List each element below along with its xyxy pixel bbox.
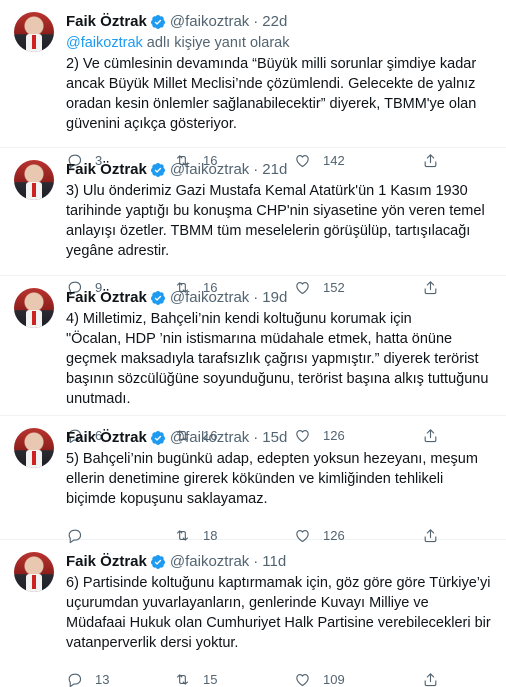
- author-name[interactable]: Faik Öztrak: [66, 12, 147, 32]
- tweet-header: Faik Öztrak @faikoztrak · 21d: [66, 160, 492, 180]
- retweet-button[interactable]: 15: [174, 671, 294, 687]
- avatar[interactable]: [14, 428, 54, 468]
- reply-icon: [68, 673, 82, 687]
- tweet-text: 2) Ve cümlesinin devamında “Büyük milli …: [66, 56, 481, 132]
- tweet[interactable]: Faik Öztrak @faikoztrak · 15d 5) Bahçeli…: [0, 416, 506, 543]
- separator-dot: ·: [253, 553, 259, 570]
- author-name[interactable]: Faik Öztrak: [66, 160, 147, 180]
- avatar[interactable]: [14, 552, 54, 592]
- verified-badge-icon: [150, 15, 165, 29]
- tweet-timestamp[interactable]: 21d: [262, 160, 287, 180]
- tweet-text: 4) Milletimiz, Bahçeli’nin kendi koltuğu…: [66, 311, 489, 407]
- tweet-header: Faik Öztrak @faikoztrak · 22d: [66, 12, 492, 32]
- tweet-text: 6) Partisinde koltuğunu kaptırmamak için…: [66, 575, 495, 651]
- author-name[interactable]: Faik Öztrak: [66, 288, 147, 308]
- share-button[interactable]: [422, 671, 462, 687]
- reply-context: @faikoztrak adlı kişiye yanıt olarak: [66, 33, 492, 53]
- reply-mention-link[interactable]: @faikoztrak: [66, 35, 143, 51]
- tweet[interactable]: Faik Öztrak @faikoztrak · 22d @faikoztra…: [0, 0, 506, 168]
- verified-badge-icon: [150, 163, 165, 177]
- reply-button[interactable]: 13: [66, 671, 174, 687]
- verified-badge-icon: [150, 291, 165, 305]
- tweet[interactable]: Faik Öztrak @faikoztrak · 11d 6) Partisi…: [0, 540, 506, 687]
- verified-badge-icon: [150, 431, 165, 445]
- verified-badge-icon: [150, 555, 165, 569]
- avatar[interactable]: [14, 160, 54, 200]
- like-icon: [296, 673, 309, 686]
- tweet-header: Faik Öztrak @faikoztrak · 15d: [66, 428, 492, 448]
- author-handle[interactable]: @faikoztrak: [170, 160, 249, 180]
- author-handle[interactable]: @faikoztrak: [170, 428, 249, 448]
- retweet-icon: [176, 673, 189, 685]
- tweet-timestamp[interactable]: 11d: [262, 552, 286, 572]
- separator-dot: ·: [253, 289, 259, 306]
- tweet-timestamp[interactable]: 22d: [262, 12, 287, 32]
- avatar[interactable]: [14, 288, 54, 328]
- like-count: 109: [323, 671, 345, 687]
- share-icon: [424, 672, 437, 686]
- tweet-header: Faik Öztrak @faikoztrak · 19d: [66, 288, 492, 308]
- separator-dot: ·: [253, 429, 259, 446]
- tweet-timestamp[interactable]: 19d: [262, 288, 287, 308]
- author-handle[interactable]: @faikoztrak: [170, 288, 249, 308]
- separator-dot: ·: [253, 161, 259, 178]
- author-handle[interactable]: @faikoztrak: [170, 552, 249, 572]
- tweet-text: 3) Ulu önderimiz Gazi Mustafa Kemal Atat…: [66, 183, 489, 259]
- tweet[interactable]: Faik Öztrak @faikoztrak · 21d 3) Ulu önd…: [0, 148, 506, 295]
- retweet-count: 15: [203, 671, 218, 687]
- tweet-header: Faik Öztrak @faikoztrak · 11d: [66, 552, 492, 572]
- separator-dot: ·: [253, 13, 259, 30]
- tweet-timestamp[interactable]: 15d: [262, 428, 287, 448]
- reply-context-text: adlı kişiye yanıt olarak: [142, 35, 290, 51]
- tweet-feed: Faik Öztrak @faikoztrak · 22d @faikoztra…: [0, 0, 506, 687]
- avatar[interactable]: [14, 12, 54, 52]
- like-button[interactable]: 109: [294, 671, 422, 687]
- author-name[interactable]: Faik Öztrak: [66, 552, 147, 572]
- tweet-text: 5) Bahçeli’nin bugünkü adap, edepten yok…: [66, 451, 482, 507]
- tweet[interactable]: Faik Öztrak @faikoztrak · 19d 4) Milleti…: [0, 276, 506, 443]
- author-handle[interactable]: @faikoztrak: [170, 12, 249, 32]
- reply-count: 13: [95, 671, 110, 687]
- author-name[interactable]: Faik Öztrak: [66, 428, 147, 448]
- tweet-actions: 13 15 109: [66, 659, 492, 687]
